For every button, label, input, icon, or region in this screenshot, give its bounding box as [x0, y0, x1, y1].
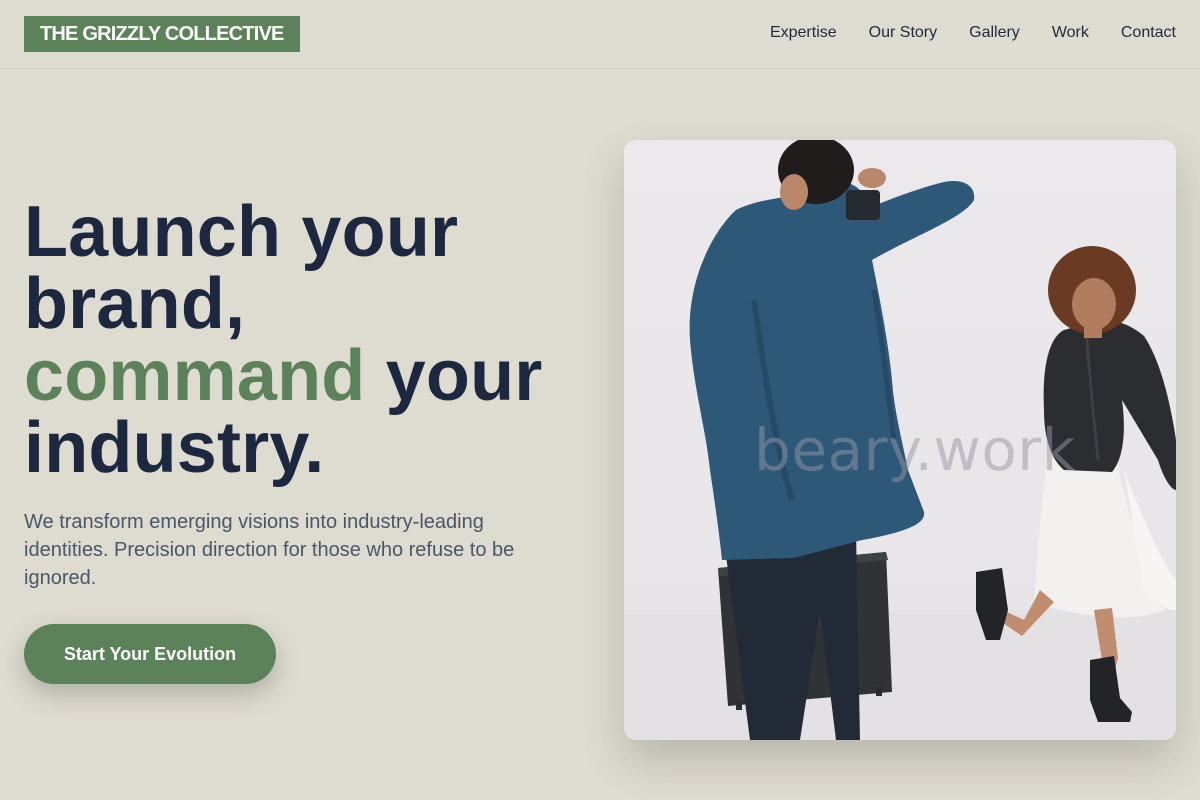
- hero-headline: Launch your brand, command your industry.: [24, 196, 604, 484]
- nav-link-gallery[interactable]: Gallery: [969, 22, 1020, 44]
- headline-accent-word: command: [24, 336, 366, 416]
- nav-link-our-story[interactable]: Our Story: [869, 22, 937, 44]
- headline-part-1: Launch your brand,: [24, 192, 459, 344]
- site-header: THE GRIZZLY COLLECTIVE Expertise Our Sto…: [0, 0, 1200, 69]
- start-evolution-button[interactable]: Start Your Evolution: [24, 624, 276, 684]
- nav-link-work[interactable]: Work: [1052, 22, 1089, 44]
- hero-subtext: We transform emerging visions into indus…: [24, 511, 515, 589]
- brand-logo[interactable]: THE GRIZZLY COLLECTIVE: [24, 16, 300, 52]
- nav-link-contact[interactable]: Contact: [1121, 22, 1176, 44]
- main-nav: Expertise Our Story Gallery Work Contact: [770, 22, 1176, 44]
- nav-link-expertise[interactable]: Expertise: [770, 22, 837, 44]
- photo-watermark: beary.work: [754, 416, 1076, 484]
- hero-photo: beary.work: [624, 140, 1176, 740]
